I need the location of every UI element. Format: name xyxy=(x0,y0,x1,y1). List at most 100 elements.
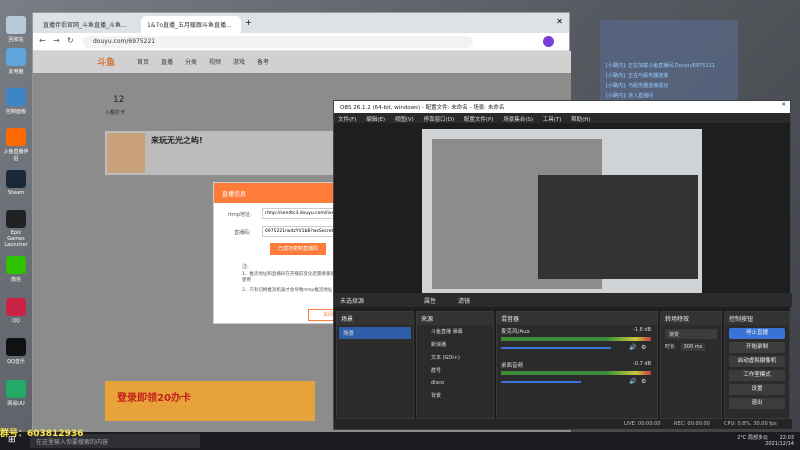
tab-bar: 直播伴侣官网_斗鱼直播_斗鱼... 1&7o直播_五月暖跟斗鱼直播... + ✕ xyxy=(33,13,569,33)
mixer-channel-desktop: 桌面音频 -0.7 dB 🔊 ⚙ xyxy=(497,359,657,393)
transition-select[interactable]: 渐变 xyxy=(665,329,717,339)
system-tray: 2°C 局部多云 22:03 2021/12/14 xyxy=(737,434,794,447)
source-item[interactable]: 新浪播 xyxy=(417,338,493,351)
menu-profile[interactable]: 配置文件(P) xyxy=(464,117,494,123)
overlay-line: [小路内]: 与服务器连接成功 xyxy=(606,83,669,89)
copy-button[interactable]: 已成功复制直播码 xyxy=(270,243,326,255)
speaker-icon[interactable]: 🔊 xyxy=(629,378,636,385)
back-icon[interactable]: ← xyxy=(39,36,46,45)
live-timer: LIVE: 00:00:00 xyxy=(624,421,661,427)
source-item[interactable]: 背景 xyxy=(417,389,493,402)
stat-count: 12 xyxy=(113,95,125,105)
sources-dock: 来源 斗鱼直播 弹幕 新浪播 文本 (GDI+) 群号 disco 背景 xyxy=(416,311,494,419)
volume-slider[interactable] xyxy=(501,347,611,349)
code-label: 直播码: xyxy=(234,230,251,236)
scenes-dock: 场景 场景 xyxy=(336,311,414,419)
source-item[interactable]: disco xyxy=(417,377,493,389)
desktop-icon-wechat[interactable]: 微信 xyxy=(2,256,30,283)
desktop-icon-uu[interactable]: 网易UU xyxy=(2,380,30,407)
obs-window: OBS 26.1.2 (64-bit, windows) - 配置文件: 未命名… xyxy=(333,100,792,430)
profile-avatar[interactable] xyxy=(543,36,554,47)
menu-help[interactable]: 帮助(H) xyxy=(571,117,590,123)
properties-button[interactable]: 属性 xyxy=(424,296,436,305)
menu-file[interactable]: 文件(F) xyxy=(338,117,356,123)
group-number-banner: 群号：603812936 xyxy=(0,429,84,439)
desktop-icon-this-pc[interactable]: 此电脑 xyxy=(2,48,30,75)
uu-icon xyxy=(6,380,26,398)
clock-date[interactable]: 2021/12/14 xyxy=(765,441,794,447)
site-logo[interactable]: 斗鱼 xyxy=(97,55,115,68)
exit-button[interactable]: 退出 xyxy=(729,398,785,409)
transitions-title: 转场特效 xyxy=(661,312,721,325)
virtual-camera-button[interactable]: 启动虚拟摄像机 xyxy=(729,356,785,367)
nav-game[interactable]: 游戏 xyxy=(233,57,245,66)
preview-toolbar: 未选择源 属性 滤镜 xyxy=(334,293,792,307)
mixer-channel-mic: 麦克风/Aux -1.6 dB 🔊 ⚙ xyxy=(497,325,657,359)
obs-menu-bar: 文件(F) 编辑(E) 视图(V) 停靠窗口(D) 配置文件(P) 场景集合(S… xyxy=(334,113,790,123)
duration-row: 时长 300 ms xyxy=(665,343,717,351)
browser-tab-1[interactable]: 直播伴侣官网_斗鱼直播_斗鱼... xyxy=(37,16,137,33)
note-title: 注: xyxy=(242,264,249,270)
forward-icon[interactable]: → xyxy=(53,36,60,45)
gear-icon[interactable]: ⚙ xyxy=(641,344,646,351)
desktop-icon-douyu[interactable]: 斗鱼直播伴侣 xyxy=(2,128,30,162)
channel-name: 桌面音频 xyxy=(501,363,524,369)
menu-edit[interactable]: 编辑(E) xyxy=(366,117,385,123)
desktop-icon-qq[interactable]: QQ xyxy=(2,298,30,324)
controls-title: 控制按钮 xyxy=(725,312,789,325)
browser-tab-2[interactable]: 1&7o直播_五月暖跟斗鱼直播... xyxy=(141,16,241,33)
menu-tools[interactable]: 工具(T) xyxy=(543,117,562,123)
obs-preview[interactable] xyxy=(422,129,702,293)
mixer-title: 混音器 xyxy=(497,312,657,325)
duration-input[interactable]: 300 ms xyxy=(680,343,706,351)
settings-button[interactable]: 设置 xyxy=(729,384,785,395)
no-source-label: 未选择源 xyxy=(340,298,365,305)
nav-home[interactable]: 首页 xyxy=(137,57,149,66)
studio-mode-button[interactable]: 工作室模式 xyxy=(729,370,785,381)
stop-streaming-button[interactable]: 停止直播 xyxy=(729,328,785,339)
epic-icon xyxy=(6,210,26,228)
taskbar: ⊞ 在这里输入你要搜索的内容 2°C 局部多云 22:03 2021/12/14 xyxy=(0,432,800,450)
close-icon[interactable]: ✕ xyxy=(781,102,786,108)
desktop-icon-qq-music[interactable]: QQ音乐 xyxy=(2,338,30,365)
desktop-icon-epic[interactable]: Epic Games Launcher xyxy=(2,210,30,248)
menu-docks[interactable]: 停靠窗口(D) xyxy=(424,117,455,123)
new-tab-icon[interactable]: + xyxy=(245,18,252,27)
nav-live[interactable]: 直播 xyxy=(161,57,173,66)
scene-item[interactable]: 场景 xyxy=(339,327,411,339)
recycle-bin-icon xyxy=(6,16,26,34)
promo-banner[interactable]: 登录即领20办卡 xyxy=(105,381,315,421)
url-input[interactable]: douyu.com/6975221 xyxy=(83,36,473,48)
desktop-icon-steam[interactable]: Steam xyxy=(2,170,30,196)
source-item[interactable]: 斗鱼直播 弹幕 xyxy=(417,325,493,338)
desktop-icon-recycle-bin[interactable]: 回收站 xyxy=(2,16,30,43)
channel-db: -1.6 dB xyxy=(633,327,651,333)
nav-category[interactable]: 分类 xyxy=(185,57,197,66)
nav-exam[interactable]: 备考 xyxy=(257,57,269,66)
filters-button[interactable]: 滤镜 xyxy=(458,296,470,305)
preview-obs-capture xyxy=(538,175,698,279)
duration-label: 时长 xyxy=(665,344,676,350)
weather-widget[interactable]: 2°C 局部多云 xyxy=(737,435,768,441)
reload-icon[interactable]: ↻ xyxy=(67,36,74,45)
stat-label: 卜额打卡 xyxy=(105,110,126,116)
address-bar-row: ← → ↻ douyu.com/6975221 xyxy=(33,33,569,51)
menu-view[interactable]: 视图(V) xyxy=(395,117,414,123)
desktop-icon-control-panel[interactable]: 控制面板 xyxy=(2,88,30,115)
overlay-line: [小路内]: 正在加载斗鱼直播间,Douyu/6975221 xyxy=(606,63,715,69)
volume-slider[interactable] xyxy=(501,381,581,383)
qq-music-icon xyxy=(6,338,26,356)
source-item[interactable]: 群号 xyxy=(417,364,493,377)
room-title: 来玩无光之屿! xyxy=(151,136,203,145)
menu-scene-collection[interactable]: 场景集合(S) xyxy=(503,117,533,123)
volume-meter xyxy=(501,337,651,341)
wechat-icon xyxy=(6,256,26,274)
nav-video[interactable]: 视频 xyxy=(209,57,221,66)
source-item[interactable]: 文本 (GDI+) xyxy=(417,351,493,364)
speaker-icon[interactable]: 🔊 xyxy=(629,344,636,351)
overlay-line: [小路内]: 进入直播间 xyxy=(606,93,654,99)
start-recording-button[interactable]: 开始录制 xyxy=(729,342,785,353)
sources-title: 来源 xyxy=(417,312,493,325)
close-window-icon[interactable]: ✕ xyxy=(556,17,563,26)
gear-icon[interactable]: ⚙ xyxy=(641,378,646,385)
